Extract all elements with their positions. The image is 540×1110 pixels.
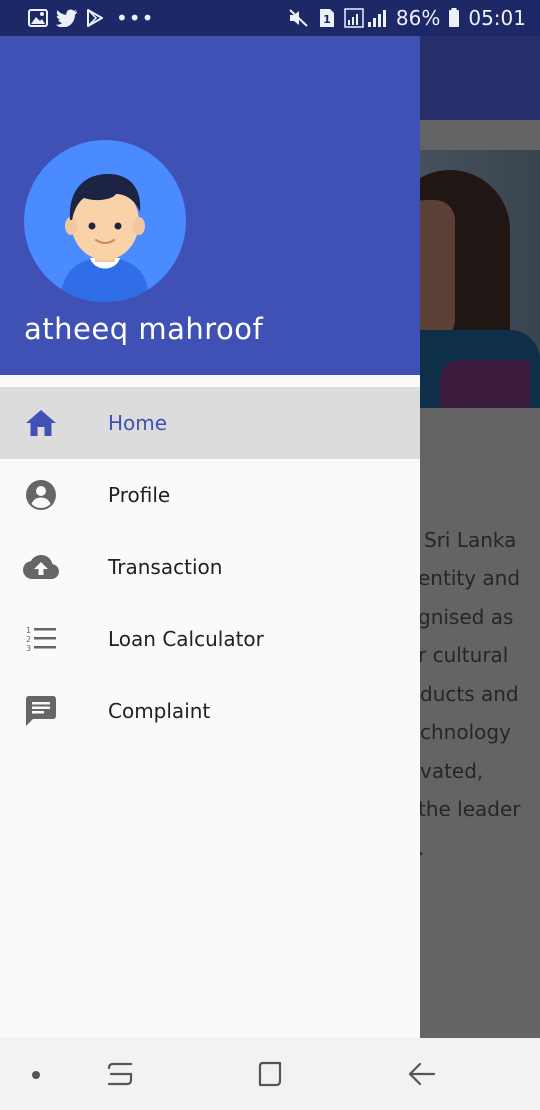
recent-apps-icon[interactable]: [100, 1058, 140, 1090]
background-text-line: gnised as: [418, 605, 514, 629]
drawer-item-label: Home: [108, 411, 168, 435]
drawer-header: atheeq mahroof: [0, 36, 420, 375]
drawer-item-transaction[interactable]: Transaction: [0, 531, 420, 603]
twitter-icon: [56, 9, 78, 27]
account-circle-icon: [22, 477, 60, 513]
back-arrow-icon[interactable]: [402, 1058, 442, 1090]
user-name: atheeq mahroof: [24, 312, 264, 346]
recents-dot[interactable]: [26, 1068, 46, 1082]
drawer-item-complaint[interactable]: Complaint: [0, 675, 420, 747]
drawer-item-label: Transaction: [108, 555, 223, 579]
svg-text:3: 3: [26, 644, 31, 653]
play-store-icon: [86, 9, 104, 27]
drawer-item-loan-calculator[interactable]: 123 Loan Calculator: [0, 603, 420, 675]
system-navigation-bar: [0, 1038, 540, 1110]
numbered-list-icon: 123: [22, 621, 60, 657]
more-dots-icon: •••: [116, 6, 155, 30]
background-text-line: Sri Lanka: [424, 528, 517, 552]
svg-text:1: 1: [323, 13, 331, 26]
signal-icon: [344, 8, 388, 28]
sim-icon: 1: [318, 8, 336, 28]
mute-icon: [288, 8, 310, 28]
background-text-line: the leader: [418, 797, 521, 821]
clock: 05:01: [468, 6, 526, 30]
drawer-item-label: Profile: [108, 483, 171, 507]
status-bar: ••• 1 86% 05:01: [0, 0, 540, 36]
image-icon: [28, 9, 48, 27]
drawer-menu: Home Profile Transaction 123 Loan Calcul…: [0, 387, 420, 747]
drawer-item-home[interactable]: Home: [0, 387, 420, 459]
drawer-item-profile[interactable]: Profile: [0, 459, 420, 531]
drawer-item-label: Complaint: [108, 699, 211, 723]
drawer-item-label: Loan Calculator: [108, 627, 264, 651]
home-icon: [22, 405, 60, 441]
svg-text:2: 2: [26, 635, 31, 644]
background-text-line: r cultural: [418, 643, 509, 667]
navigation-drawer: atheeq mahroof Home Profile Transaction …: [0, 36, 420, 1038]
chat-message-icon: [22, 693, 60, 729]
battery-percentage: 86%: [395, 6, 441, 30]
background-text-line: chnology: [420, 720, 511, 744]
background-text-line: ducts and: [420, 682, 519, 706]
cloud-upload-icon: [22, 549, 60, 585]
background-text-line: vated,: [420, 759, 484, 783]
avatar[interactable]: [24, 140, 186, 302]
battery-icon: [448, 8, 460, 28]
background-text-line: entity and: [418, 566, 521, 590]
home-button-icon[interactable]: [250, 1058, 290, 1090]
svg-text:1: 1: [26, 626, 31, 635]
